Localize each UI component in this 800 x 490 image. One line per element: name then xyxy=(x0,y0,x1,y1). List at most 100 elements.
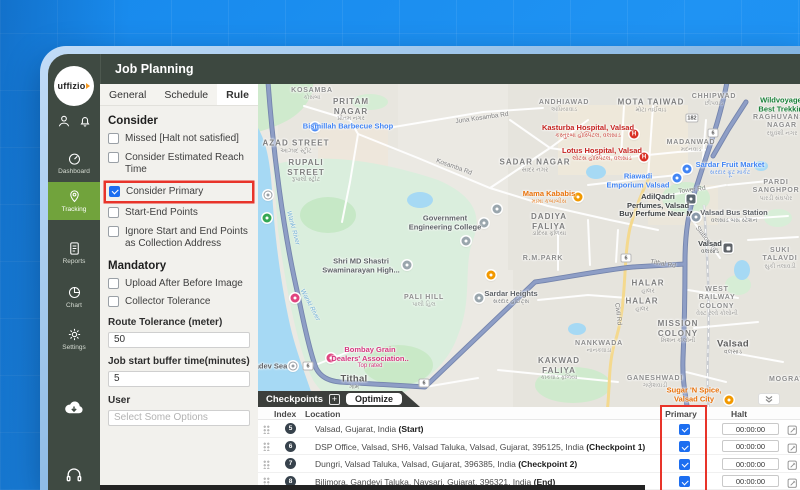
field-input-job[interactable]: 5 xyxy=(108,371,250,387)
primary-checkbox[interactable] xyxy=(679,424,690,435)
map-area-label: MISSION COLONYમિશન કોલોની xyxy=(642,319,714,345)
map-marker-dot xyxy=(263,214,272,223)
map-area-label: NANKWADAનાનકવાડા xyxy=(575,340,623,356)
dialog-title-bar: Job Planning xyxy=(100,54,800,84)
field-label: Route Tolerance (meter) xyxy=(108,317,250,328)
map-poi-icon xyxy=(683,165,692,174)
map-area-label: Valsadવલસાડ xyxy=(717,339,749,358)
map-marker-dot xyxy=(487,271,496,280)
sidebar-item-label: Reports xyxy=(63,258,86,265)
checkbox-option[interactable]: Consider Estimated Reach Time xyxy=(108,152,250,177)
map-poi-label: Valsad Bus Stationવલસાડ બસ સ્ટેશન xyxy=(700,209,768,225)
map-area-label: RUPALI STREETરૂપાલી સ્ટ્રીટ xyxy=(270,158,342,184)
sidebar-item-dashboard[interactable]: Dashboard xyxy=(48,144,100,182)
halt-time-input[interactable]: 00:00:00 xyxy=(722,440,779,452)
form-field: Job start buffer time(minutes) 5 xyxy=(108,356,250,387)
optimize-button[interactable]: Optimize xyxy=(346,393,402,405)
map-poi-label: Sardar Fruit Marketસરદાર ફ્રૂટ માર્કેટ xyxy=(696,161,765,177)
app-window: uffizio Dashboard Tracking Reports Chart Set… xyxy=(48,54,800,490)
checkbox-option[interactable]: Collector Tolerance xyxy=(108,296,250,309)
edit-halt-icon[interactable] xyxy=(787,423,798,434)
desktop-background: uffizio Dashboard Tracking Reports Chart Set… xyxy=(0,0,800,490)
tab-schedule[interactable]: Schedule xyxy=(155,84,217,105)
halt-time-input[interactable]: 00:00:00 xyxy=(722,475,779,487)
sidebar-item-chart[interactable]: Chart xyxy=(48,278,100,316)
map-area-label: SUKI TALAVDIસુકી તલાવડી xyxy=(763,247,798,271)
index-badge: 7 xyxy=(285,458,296,469)
collapse-checkpoints-button[interactable] xyxy=(758,393,780,405)
checkbox[interactable] xyxy=(108,278,119,289)
checkbox[interactable] xyxy=(109,186,120,197)
field-input-route[interactable]: 50 xyxy=(108,332,250,348)
drag-handle-icon[interactable] xyxy=(263,460,270,469)
bell-icon[interactable] xyxy=(78,114,92,128)
map-area-label: HALARહાલર xyxy=(632,279,665,296)
sidebar-nav: Dashboard Tracking Reports Chart Settings xyxy=(48,144,100,358)
location-cell: Dungri, Valsad Taluka, Valsad, Gujarat, … xyxy=(315,459,577,469)
map-canvas[interactable]: KOSAMBAકોસંબાPRITAM NAGARપ્રીતમ નગરAZAD … xyxy=(258,84,800,407)
pie-icon xyxy=(67,285,82,300)
checkbox-option[interactable]: Upload After Before Image xyxy=(108,278,250,291)
logo-text: uffizio xyxy=(58,81,86,91)
map-poi-label: Bismillah Barbecue Shop xyxy=(303,123,393,132)
tab-general[interactable]: General xyxy=(100,84,155,105)
index-badge: 5 xyxy=(285,423,296,434)
sidebar-item-reports[interactable]: Reports xyxy=(48,234,100,272)
checkbox[interactable] xyxy=(108,152,119,163)
field-input-user[interactable]: Select Some Options xyxy=(108,410,250,426)
tab-rule[interactable]: Rule xyxy=(217,84,258,105)
sidebar-item-settings[interactable]: Settings xyxy=(48,320,100,358)
halt-time-input[interactable]: 00:00:00 xyxy=(722,458,779,470)
checkbox[interactable] xyxy=(108,296,119,307)
tab-bar: GeneralScheduleRule xyxy=(100,84,258,106)
checkbox[interactable] xyxy=(108,207,119,218)
drag-handle-icon[interactable] xyxy=(263,442,270,451)
map-poi-label: GovernmentEngineering College xyxy=(409,214,482,231)
form-field: Route Tolerance (meter) 50 xyxy=(108,317,250,348)
map-poi-label: Valsadવલસાડ xyxy=(698,240,722,256)
checkbox[interactable] xyxy=(108,133,119,144)
checkbox[interactable] xyxy=(108,226,119,237)
map-poi-label: Kasturba Hospital, Valsadકસ્તુરબા હોસ્પિ… xyxy=(542,124,634,140)
map-poi-label: adev Sea xyxy=(258,363,287,372)
uffizio-logo[interactable]: uffizio xyxy=(54,66,94,106)
checkpoints-table: Index Location Primary Halt 5Valsad, Guj… xyxy=(258,407,800,490)
edit-halt-icon[interactable] xyxy=(787,458,798,469)
map-road-label: Kosamba Rd xyxy=(435,157,473,176)
field-label: Job start buffer time(minutes) xyxy=(108,356,250,367)
checkbox-option[interactable]: Consider Primary xyxy=(106,183,252,202)
checkbox-option[interactable]: Missed [Halt not satisfied] xyxy=(108,133,250,146)
headset-icon[interactable] xyxy=(64,464,84,484)
primary-checkbox[interactable] xyxy=(679,459,690,470)
logo-arrow-icon xyxy=(86,83,90,89)
halt-time-input[interactable]: 00:00:00 xyxy=(722,423,779,435)
sidebar-item-label: Dashboard xyxy=(58,168,90,175)
map-road-label: Tithal Rd xyxy=(650,258,677,269)
sidebar-item-tracking[interactable]: Tracking xyxy=(48,182,100,220)
sidebar: uffizio Dashboard Tracking Reports Chart Set… xyxy=(48,54,100,490)
cloud-download-icon[interactable] xyxy=(62,398,86,416)
primary-checkbox[interactable] xyxy=(679,476,690,487)
map-road-label: Juna Kosamba Rd xyxy=(455,111,509,125)
primary-checkbox[interactable] xyxy=(679,441,690,452)
map-area-label: PRITAM NAGARપ્રીતમ નગર xyxy=(315,97,387,123)
user-icon[interactable] xyxy=(57,114,71,128)
map-area-label: SADAR NAGARસાદર નગર xyxy=(500,158,571,175)
map-marker-dot xyxy=(493,205,502,214)
edit-halt-icon[interactable] xyxy=(787,441,798,452)
index-badge: 6 xyxy=(285,441,296,452)
file-icon xyxy=(67,241,82,256)
checkbox-label: Ignore Start and End Points as Collectio… xyxy=(125,226,250,251)
map-marker-dot xyxy=(264,191,273,200)
consider-heading: Consider xyxy=(108,115,250,127)
highway-shield: 6 xyxy=(621,254,632,263)
add-checkpoint-button[interactable]: + xyxy=(329,394,340,405)
highway-shield: 6 xyxy=(708,129,719,138)
map-poi-label: Sardar Heightsસરદાર હાઈટ્સ xyxy=(484,290,537,306)
checkbox-option[interactable]: Ignore Start and End Points as Collectio… xyxy=(108,226,250,251)
location-cell: Valsad, Gujarat, India (Start) xyxy=(315,424,424,434)
edit-halt-icon[interactable] xyxy=(787,476,798,487)
map-poi-icon xyxy=(692,213,701,222)
checkbox-option[interactable]: Start-End Points xyxy=(108,207,250,220)
drag-handle-icon[interactable] xyxy=(263,425,270,434)
